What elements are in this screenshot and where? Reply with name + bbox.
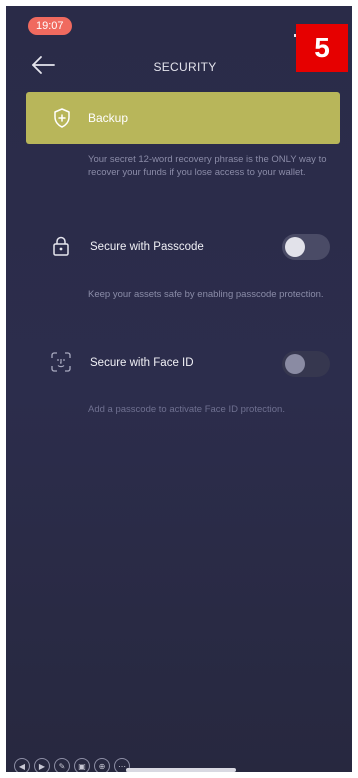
face-id-label: Secure with Face ID	[90, 357, 194, 369]
prev-icon[interactable]: ◀	[14, 758, 30, 772]
face-id-toggle[interactable]	[282, 351, 330, 377]
passcode-toggle[interactable]	[282, 234, 330, 260]
toggle-knob	[285, 237, 305, 257]
passcode-label: Secure with Passcode	[90, 241, 204, 253]
pen-icon[interactable]: ✎	[54, 758, 70, 772]
zoom-icon[interactable]: ⊕	[94, 758, 110, 772]
backup-label: Backup	[88, 111, 129, 125]
screenshot-toolbar: ◀ ▶ ✎ ▣ ⊕ ⋯	[14, 758, 130, 772]
passcode-description: Keep your assets safe by enabling passco…	[88, 289, 324, 300]
face-id-icon	[51, 352, 71, 372]
copy-icon[interactable]: ▣	[74, 758, 90, 772]
step-badge: 5	[296, 24, 348, 72]
phone-screen: 19:07 SECURITY Backup Your secret 12-wor…	[6, 6, 352, 772]
status-time: 19:07	[28, 17, 72, 35]
face-id-description: Add a passcode to activate Face ID prote…	[88, 404, 285, 415]
next-icon[interactable]: ▶	[34, 758, 50, 772]
backup-button[interactable]: Backup	[26, 92, 340, 144]
lock-icon	[53, 236, 69, 256]
shield-plus-icon	[54, 108, 70, 128]
backup-description: Your secret 12-word recovery phrase is t…	[88, 154, 327, 178]
toggle-knob	[285, 354, 305, 374]
home-indicator[interactable]	[126, 768, 236, 772]
